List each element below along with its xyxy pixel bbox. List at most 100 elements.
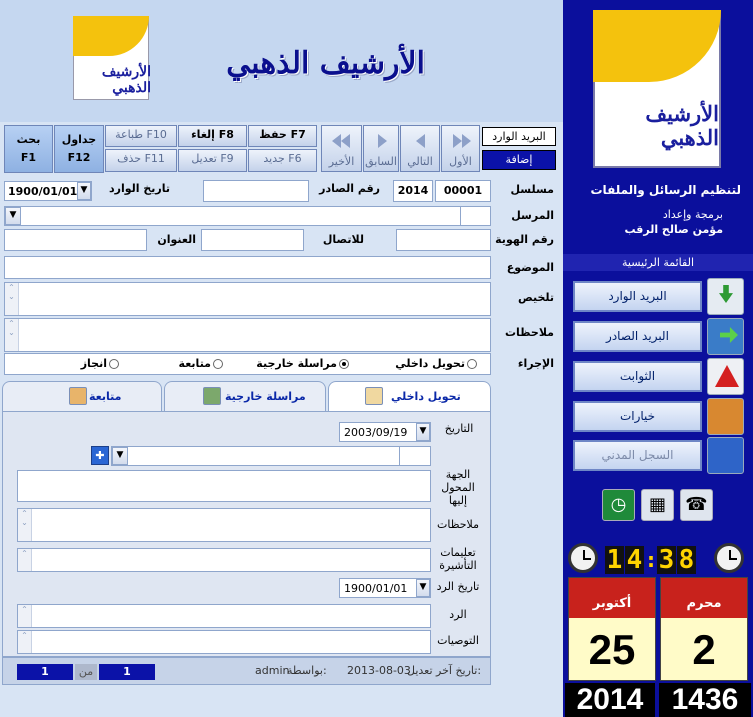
subject-label: الموضوع [506,261,554,274]
history-clock-icon[interactable]: ◷ [602,489,635,521]
transfer-date-field[interactable]: 2003/09/19 ▼ [339,422,431,442]
tab-followup[interactable]: متابعة [2,381,162,411]
recommendations-field[interactable]: ⌃ [17,630,431,654]
scrollbar[interactable]: ⌃ ⌄ [5,319,19,351]
action-label-external: مراسلة خارجية [256,357,337,370]
add-dept-button[interactable]: ✚ [91,446,109,465]
first-label: الأول [449,155,472,168]
side-panel: الأرشيف الذهبي لتنظيم الرسائل والملفات ب… [563,0,753,717]
last-edit-date: 2013-08-03 [347,664,411,677]
incoming-date-value: 1900/01/01 [8,185,78,198]
delete-button[interactable]: حذف F11 [105,149,177,172]
reply-date-field[interactable]: 1900/01/01 ▼ [339,578,431,598]
chevron-down-icon[interactable]: ▼ [112,447,128,465]
double-left-arrow-icon-2 [341,134,350,148]
chevron-down-icon[interactable]: ▼ [5,207,21,225]
clock-icon [714,543,744,573]
double-left-arrow-icon [332,134,341,148]
outgoing-no-field[interactable] [203,180,309,202]
side-author: مؤمن صالح الرقب [624,223,723,236]
next-label: التالي [407,155,433,168]
action-label-done: انجاز [80,357,107,370]
menu-options-button[interactable]: خيارات [573,401,702,432]
id-number-field[interactable] [396,229,491,251]
dept-code-field[interactable] [399,446,431,466]
year-field[interactable]: 2014 [393,180,433,202]
dept-field[interactable] [17,470,431,502]
tables-key: F12 [67,151,91,164]
prev-record-button[interactable]: السابق [363,125,399,172]
hijri-month: محرم [661,578,747,618]
sender-label: المرسل [511,209,554,222]
toolbar: بحث F1 جداول F12 طباعة F10 حذف F11 إلغاء… [0,122,563,176]
tables-button[interactable]: جداول F12 [54,125,104,173]
send-mail-icon [707,318,744,355]
scrollbar[interactable]: ⌃ ⌄ [18,509,32,541]
record-current: 1 [99,664,155,680]
menu-civil-registry-button[interactable]: السجل المدني [573,440,702,471]
serial-field[interactable]: 00001 [435,180,491,202]
sender-code-field[interactable] [460,206,491,226]
delete-label: حذف F11 [117,152,165,165]
calculator-icon[interactable]: ▦ [641,489,674,521]
address-field[interactable] [4,229,147,251]
transfer-date-label: التاريخ [444,422,474,435]
person-icon [69,387,87,405]
menu-constants-button[interactable]: الثوابت [573,361,702,392]
instructions-label: تعليمات التأشيرة [439,546,477,572]
side-tagline: لتنظيم الرسائل والملفات [590,183,742,197]
tab-external[interactable]: مراسلة خارجية [164,381,326,411]
telephone-icon[interactable]: ☎ [680,489,713,521]
download-icon [707,278,744,315]
editor-by-label: بواسطة: [287,664,327,677]
transfer-date-value: 2003/09/19 [344,426,408,439]
sender-field[interactable]: ▼ [4,206,462,226]
tab-followup-label: متابعة [89,390,122,403]
chevron-down-icon[interactable]: ▼ [77,182,91,200]
dept-combo[interactable]: ▼ [111,446,401,466]
next-record-button[interactable]: التالي [400,125,440,172]
action-radio-internal[interactable] [467,359,477,369]
print-label: طباعة F10 [115,128,167,141]
print-button[interactable]: طباعة F10 [105,125,177,147]
action-radio-followup[interactable] [213,359,223,369]
side-credit-line: برمجة وإعداد [662,208,723,221]
scrollbar[interactable]: ⌃ [18,631,32,653]
address-label: العنوان [157,233,196,246]
new-button[interactable]: جديد F6 [248,149,317,172]
summary-field[interactable]: ⌃ ⌄ [4,282,491,316]
cancel-button[interactable]: إلغاء F8 [178,125,247,147]
side-logo: الأرشيف الذهبي [575,6,740,180]
dept-label: الجهة المحول إليها [441,468,475,507]
menu-mail-in-button[interactable]: البريد الوارد [573,281,702,312]
reply-date-value: 1900/01/01 [344,582,408,595]
outgoing-no-label: رقم الصادر [319,182,380,195]
action-label-internal: تحويل داخلي [395,357,465,370]
search-button[interactable]: بحث F1 [4,125,53,173]
time-hour-1: 1 [605,545,624,575]
first-record-button[interactable]: الأول [441,125,480,172]
instructions-field[interactable]: ⌃ [17,548,431,572]
tab-internal[interactable]: تحويل داخلي [328,381,491,412]
last-label: الأخير [328,155,355,168]
chevron-down-icon[interactable]: ▼ [416,579,430,597]
recommendations-label: التوصيات [437,634,479,647]
edit-button[interactable]: تعديل F9 [178,149,247,172]
new-label: جديد F6 [263,152,302,165]
chevron-down-icon[interactable]: ▼ [416,423,430,441]
last-record-button[interactable]: الأخير [321,125,362,172]
reply-field[interactable]: ⌃ [17,604,431,628]
incoming-date-field[interactable]: 1900/01/01 ▼ [4,181,92,201]
scrollbar[interactable]: ⌃ [18,549,32,571]
action-radio-done[interactable] [109,359,119,369]
scrollbar[interactable]: ⌃ [18,605,32,627]
contact-field[interactable] [201,229,304,251]
scrollbar[interactable]: ⌃ ⌄ [5,283,19,315]
gregorian-day: 25 [588,626,636,673]
save-button[interactable]: حفظ F7 [248,125,317,147]
action-radio-external[interactable] [339,359,349,369]
subject-field[interactable] [4,256,491,279]
notes-field[interactable]: ⌃ ⌄ [4,318,491,352]
menu-mail-out-button[interactable]: البريد الصادر [573,321,702,352]
transfer-notes-field[interactable]: ⌃ ⌄ [17,508,431,542]
